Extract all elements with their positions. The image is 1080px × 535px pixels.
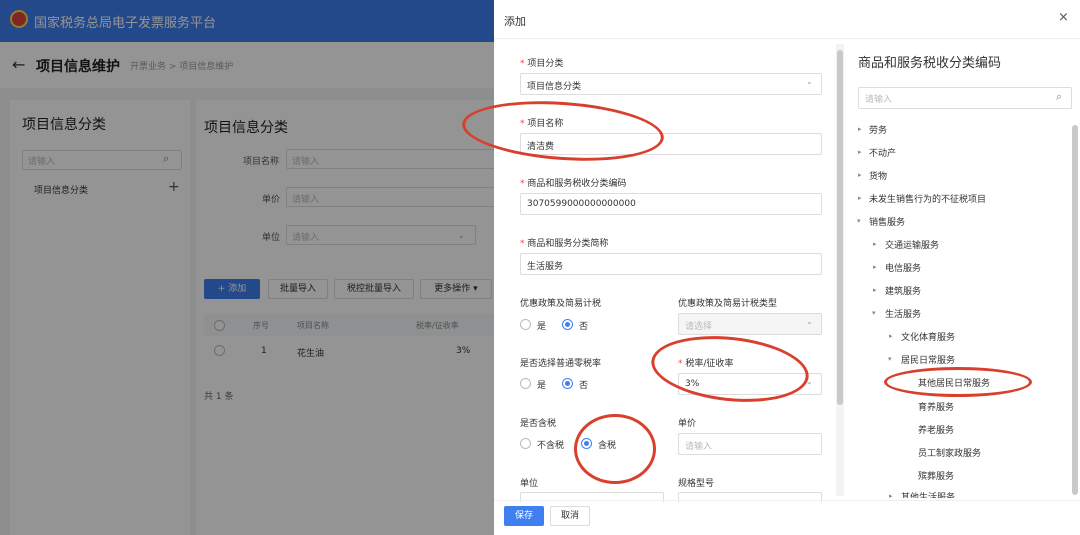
- tree-item[interactable]: 交通运输服务: [885, 238, 939, 251]
- tree-item[interactable]: 销售服务: [869, 215, 905, 228]
- dialog-header-divider: [494, 38, 1080, 39]
- caret-down-icon[interactable]: ▾: [872, 309, 876, 317]
- short-name-label: * 商品和服务分类简称: [520, 239, 609, 249]
- spec-label: 规格型号: [678, 479, 715, 489]
- chevron-down-icon: ⌄: [806, 77, 813, 86]
- close-icon[interactable]: ×: [1058, 10, 1069, 25]
- tree-item[interactable]: 货物: [869, 169, 887, 182]
- caret-right-icon[interactable]: ▸: [858, 125, 862, 133]
- tax-code-tree-title: 商品和服务税收分类编码: [858, 56, 1002, 71]
- spec-input[interactable]: [678, 492, 822, 503]
- tax-included-label: 是否含税: [520, 419, 557, 429]
- annotation-circle: [574, 414, 656, 484]
- preferential-type-select[interactable]: 请选择: [678, 313, 822, 335]
- tree-item[interactable]: 建筑服务: [885, 284, 921, 297]
- dialog-title: 添加: [504, 15, 526, 28]
- tree-item[interactable]: 育养服务: [918, 400, 954, 413]
- category-select[interactable]: 项目信息分类: [520, 73, 822, 95]
- tree-item[interactable]: 员工制家政服务: [918, 446, 981, 459]
- preferential-type-label: 优惠政策及简易计税类型: [678, 299, 778, 309]
- caret-right-icon[interactable]: ▸: [873, 240, 877, 248]
- preferential-yes-radio[interactable]: [520, 319, 531, 330]
- zero-rate-yes-label[interactable]: 是: [537, 378, 546, 391]
- caret-right-icon[interactable]: ▸: [873, 286, 877, 294]
- unit-input[interactable]: [520, 492, 664, 503]
- dialog-footer-divider: [494, 500, 1080, 501]
- tree-search-placeholder: 请输入: [865, 95, 893, 105]
- preferential-label: 优惠政策及简易计税: [520, 299, 602, 309]
- preferential-no-radio[interactable]: [562, 319, 573, 330]
- search-icon[interactable]: ⌕: [1056, 90, 1062, 104]
- unit-label: 单位: [520, 479, 539, 489]
- tree-item[interactable]: 劳务: [869, 123, 887, 136]
- tree-item[interactable]: 不动产: [869, 146, 896, 159]
- tree-item[interactable]: 居民日常服务: [901, 353, 955, 366]
- caret-right-icon[interactable]: ▸: [858, 171, 862, 179]
- chevron-down-icon: ⌄: [806, 317, 813, 326]
- caret-down-icon[interactable]: ▾: [888, 355, 892, 363]
- preferential-yes-label[interactable]: 是: [537, 319, 546, 332]
- zero-rate-no-radio[interactable]: [562, 378, 573, 389]
- zero-rate-label: 是否选择普通零税率: [520, 359, 602, 369]
- zero-rate-yes-radio[interactable]: [520, 378, 531, 389]
- unit-price-input[interactable]: 请输入: [678, 433, 822, 455]
- tax-code-input[interactable]: 3070599000000000000: [520, 193, 822, 215]
- tree-item[interactable]: 养老服务: [918, 423, 954, 436]
- form-scrollbar-thumb[interactable]: [837, 50, 843, 405]
- caret-right-icon[interactable]: ▸: [858, 194, 862, 202]
- caret-right-icon[interactable]: ▸: [858, 148, 862, 156]
- short-name-input[interactable]: 生活服务: [520, 253, 822, 275]
- tree-item[interactable]: 殡葬服务: [918, 469, 954, 482]
- tax-code-label: * 商品和服务税收分类编码: [520, 179, 627, 189]
- caret-right-icon[interactable]: ▸: [873, 263, 877, 271]
- cancel-button[interactable]: 取消: [550, 506, 590, 526]
- zero-rate-no-label[interactable]: 否: [579, 378, 588, 391]
- caret-right-icon[interactable]: ▸: [889, 332, 893, 340]
- save-button[interactable]: 保存: [504, 506, 544, 526]
- tree-item[interactable]: 生活服务: [885, 307, 921, 320]
- caret-right-icon[interactable]: ▸: [889, 492, 893, 500]
- preferential-no-label[interactable]: 否: [579, 319, 588, 332]
- tax-excluded-label[interactable]: 不含税: [537, 438, 564, 451]
- tax-excluded-radio[interactable]: [520, 438, 531, 449]
- tree-item[interactable]: 未发生销售行为的不征税项目: [869, 192, 986, 205]
- annotation-circle: [884, 367, 1032, 397]
- caret-down-icon[interactable]: ▾: [857, 217, 861, 225]
- unit-price-label: 单价: [678, 419, 697, 429]
- tree-item[interactable]: 其他生活服务: [901, 490, 955, 498]
- tree-item[interactable]: 电信服务: [885, 261, 921, 274]
- tree-scrollbar-thumb[interactable]: [1072, 125, 1078, 495]
- category-field-label: * 项目分类: [520, 59, 564, 69]
- tree-item[interactable]: 文化体育服务: [901, 330, 955, 343]
